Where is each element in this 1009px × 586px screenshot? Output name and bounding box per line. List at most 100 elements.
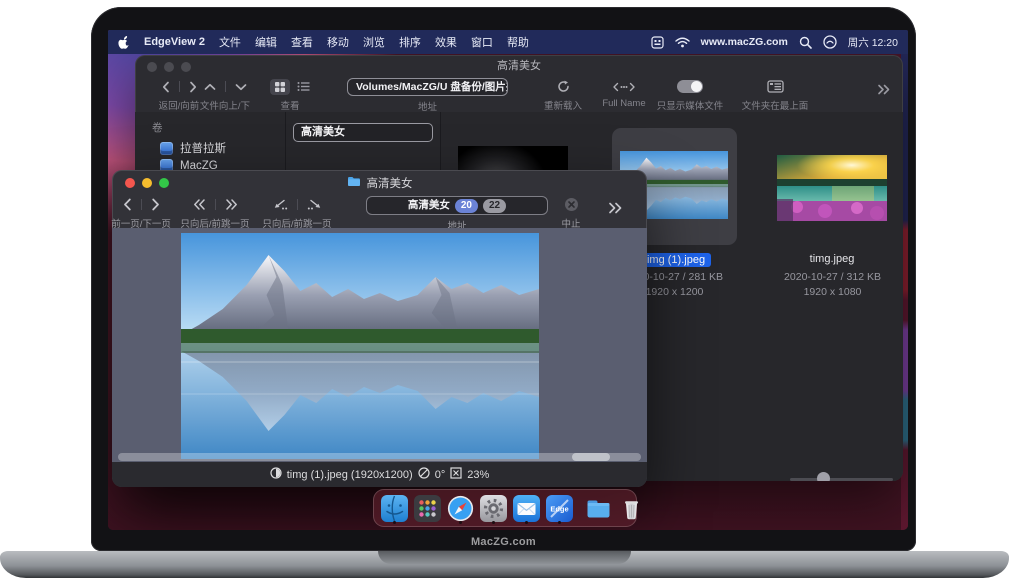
photo-mountain-lake (181, 233, 539, 459)
viewer-window-title: 高清美女 (367, 175, 413, 191)
folder-up-down-label: 文件向上/下 (200, 98, 250, 112)
minimize-button[interactable] (164, 62, 174, 72)
browser-toolbar-overflow-icon[interactable] (877, 84, 891, 95)
minimize-button[interactable] (142, 178, 152, 188)
menubar-clock[interactable]: 周六 12:20 (848, 35, 898, 50)
zoom-button[interactable] (181, 62, 191, 72)
sidebar-item-label: 拉普拉斯 (180, 140, 226, 156)
view-label: 查看 (280, 98, 299, 112)
page-total-badge: 22 (483, 199, 506, 213)
trash-icon[interactable] (618, 493, 645, 524)
full-name-label: Full Name (602, 98, 645, 109)
menu-item-browse[interactable]: 浏览 (363, 34, 385, 50)
folders-on-top-icon[interactable] (767, 80, 784, 93)
clock-icon (270, 467, 282, 482)
browser-address-label: 地址 (418, 99, 437, 113)
folder-icon[interactable] (585, 493, 612, 524)
browser-window-controls (147, 62, 191, 72)
horizontal-scrollbar-thumb[interactable] (572, 453, 610, 461)
file-item-sunset[interactable] (777, 155, 887, 221)
jump-diag-back-icon[interactable] (272, 199, 288, 210)
viewer-canvas[interactable] (112, 228, 647, 462)
jump-diag-forward-icon[interactable] (307, 199, 323, 210)
menu-item-move[interactable]: 移动 (327, 34, 349, 50)
viewer-toolbar-overflow-icon[interactable] (608, 202, 623, 214)
reload-label: 重新载入 (544, 98, 582, 112)
laptop-bezel: EdgeView 2 文件 编辑 查看 移动 浏览 排序 效果 窗口 帮助 ww… (91, 7, 916, 551)
folder-down-icon[interactable] (235, 83, 247, 91)
edgeview-icon[interactable]: Edge (546, 493, 573, 524)
browser-window-title: 高清美女 (135, 55, 903, 77)
media-only-label: 只显示媒体文件 (657, 98, 724, 112)
menu-item-window[interactable]: 窗口 (471, 34, 493, 50)
file-meta: 2020-10-27 / 312 KB (770, 271, 895, 283)
prev-next-group: 前一页/下一页 (112, 196, 170, 230)
back-icon[interactable] (162, 81, 170, 93)
finder-icon[interactable] (381, 493, 408, 524)
next-page-icon[interactable] (151, 198, 160, 211)
file-name[interactable]: timg.jpeg (777, 253, 887, 265)
file-dimensions: 1920 x 1080 (770, 286, 895, 298)
viewer-status-bar: timg (1).jpeg (1920x1200) 0° 23% (112, 462, 647, 487)
list-view-icon[interactable] (297, 81, 310, 92)
thumbnail-size-slider-knob[interactable] (817, 472, 830, 481)
media-only-toggle[interactable] (677, 80, 703, 93)
horizontal-scrollbar[interactable] (118, 453, 641, 461)
bezel-brand-label: MacZG.com (91, 536, 916, 548)
zoom-button[interactable] (159, 178, 169, 188)
siri-icon[interactable] (823, 35, 837, 49)
thumbnail-size-slider[interactable] (790, 478, 893, 481)
menu-item-edit[interactable]: 编辑 (255, 34, 277, 50)
safari-icon[interactable] (447, 493, 474, 524)
mail-icon[interactable] (513, 493, 540, 524)
close-button[interactable] (147, 62, 157, 72)
reload-icon[interactable] (557, 80, 570, 93)
browser-titlebar[interactable]: 高清美女 (135, 55, 903, 76)
viewer-window-controls (125, 178, 169, 188)
apple-menu-icon[interactable] (118, 35, 130, 49)
menu-item-file[interactable]: 文件 (219, 34, 241, 50)
svg-text:Edge: Edge (550, 504, 568, 513)
viewer-toolbar: 前一页/下一页 只向后/前跳一页 只向后 (112, 196, 647, 228)
launchpad-icon[interactable] (414, 493, 441, 524)
viewer-address-text: 高清美女 (408, 197, 450, 214)
media-only-group: 只显示媒体文件 (647, 78, 733, 112)
search-icon[interactable] (799, 36, 812, 49)
menu-app-name[interactable]: EdgeView 2 (144, 36, 205, 48)
divider (179, 81, 180, 92)
volume-icon (160, 142, 173, 155)
status-zoom: 23% (467, 469, 489, 481)
dock: Edge (373, 489, 637, 527)
sidebar-item-volume-1[interactable]: 拉普拉斯 (160, 140, 226, 156)
wifi-icon[interactable] (675, 37, 690, 48)
viewer-titlebar[interactable]: 高清美女 (112, 170, 647, 196)
jump-first-icon[interactable] (193, 199, 206, 210)
status-rotation: 0° (435, 469, 446, 481)
menu-item-sort[interactable]: 排序 (399, 34, 421, 50)
abort-icon[interactable] (564, 197, 579, 212)
rotation-icon (418, 467, 430, 482)
full-name-icon[interactable] (613, 82, 635, 92)
menu-item-effects[interactable]: 效果 (435, 34, 457, 50)
system-preferences-icon[interactable] (480, 493, 507, 524)
abort-group: 中止 (548, 196, 594, 230)
screen: EdgeView 2 文件 编辑 查看 移动 浏览 排序 效果 窗口 帮助 ww… (108, 30, 908, 530)
divider (141, 199, 142, 210)
viewer-address-group: 高清美女 20 22 地址 (366, 196, 548, 232)
folder-filter-field[interactable]: 高清美女 (293, 123, 433, 142)
folder-up-icon[interactable] (204, 83, 216, 91)
grid-view-icon[interactable] (270, 79, 290, 95)
status-filename: timg (1).jpeg (1920x1200) (287, 469, 413, 481)
zoom-icon (450, 467, 462, 482)
folders-on-top-label: 文件夹在最上面 (742, 98, 809, 112)
prev-page-icon[interactable] (123, 198, 132, 211)
browser-address-field[interactable]: Volumes/MacZG/U 盘备份/图片夹/高清... (347, 78, 508, 96)
input-source-icon[interactable] (651, 36, 664, 49)
close-button[interactable] (125, 178, 135, 188)
jump-last-icon[interactable] (225, 199, 238, 210)
viewer-address-field[interactable]: 高清美女 20 22 (366, 196, 548, 215)
toggle-knob (691, 81, 702, 92)
view-group: 查看 (250, 78, 330, 112)
menu-item-view[interactable]: 查看 (291, 34, 313, 50)
menu-item-help[interactable]: 帮助 (507, 34, 529, 50)
